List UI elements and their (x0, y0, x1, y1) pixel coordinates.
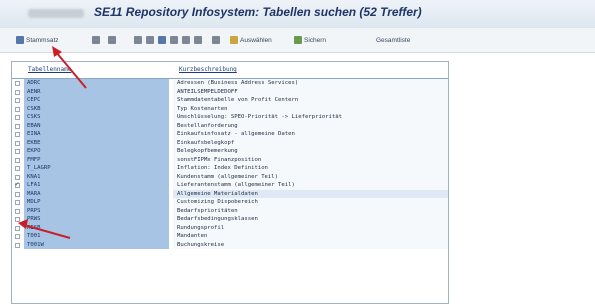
arrow-to-stammsatz (52, 46, 87, 89)
annotation-arrows (18, 46, 87, 239)
arrow-to-selected-row (18, 219, 71, 239)
